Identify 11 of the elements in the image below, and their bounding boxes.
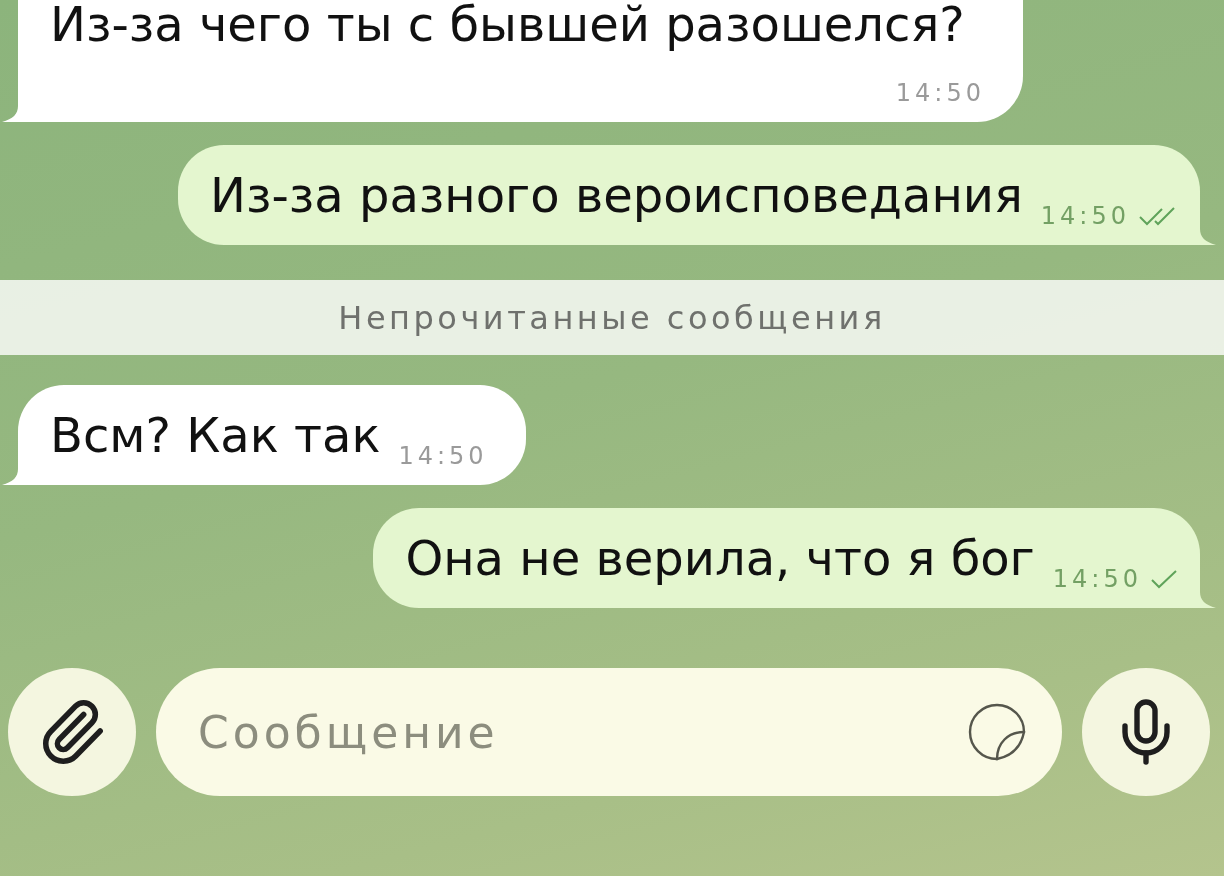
message-input[interactable]: Сообщение <box>156 668 1062 796</box>
message-time: 14:50 <box>1052 564 1142 594</box>
message-text: Из-за разного вероисповедания <box>210 167 1023 223</box>
message-time: 14:50 <box>1040 201 1130 231</box>
message-text: Всм? Как так <box>50 407 381 463</box>
message-time: 14:50 <box>398 441 488 471</box>
sticker-icon[interactable] <box>968 703 1026 761</box>
divider-label: Непрочитанные сообщения <box>338 298 886 337</box>
message-text: Она не верила, что я бог <box>405 530 1035 586</box>
message-text: Из-за чего ты с бывшей разошелся? <box>50 0 965 52</box>
message-time: 14:50 <box>895 78 985 108</box>
